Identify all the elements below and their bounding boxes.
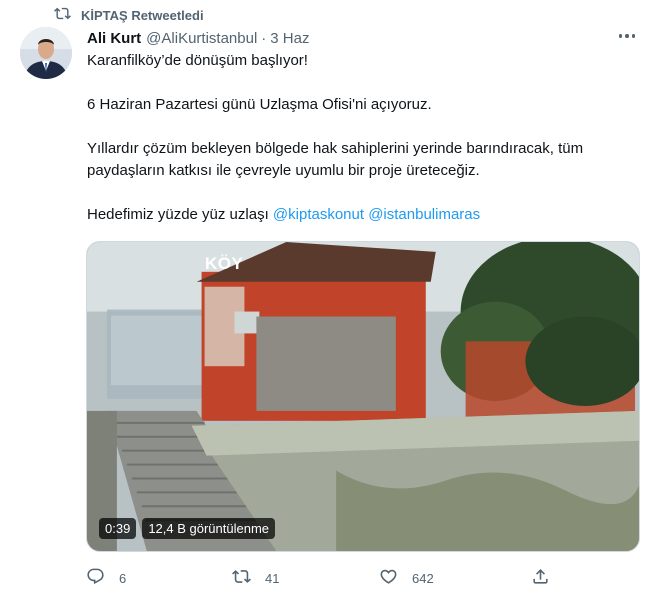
reply-button[interactable]: 6 (86, 567, 126, 589)
retweet-count: 41 (265, 570, 280, 586)
tweet-text: Karanfilköy’de dönüşüm başlıyor! 6 Hazir… (87, 50, 635, 226)
avatar[interactable] (20, 27, 72, 79)
separator: · (261, 29, 267, 47)
retweet-icon (54, 5, 71, 25)
video-player[interactable]: KÖY 0:39 12,4 B görüntülenme (86, 241, 640, 552)
tweet-line-text: Hedefimiz yüzde yüz uzlaşı (87, 206, 273, 223)
tweet-header: Ali Kurt @AliKurtistanbul · 3 Haz (87, 28, 638, 48)
reply-count: 6 (119, 570, 127, 586)
retweet-button[interactable]: 41 (232, 567, 279, 589)
author-handle[interactable]: @AliKurtistanbul (146, 30, 257, 47)
tweet-line: Hedefimiz yüzde yüz uzlaşı @kiptaskonut … (87, 204, 635, 226)
like-button[interactable]: 642 (379, 567, 434, 589)
video-info: 0:39 12,4 B görüntülenme (99, 518, 276, 539)
reply-icon (86, 567, 105, 589)
retweet-label: KİPTAŞ Retweetledi (81, 7, 204, 23)
tweet-line: Karanfilköy’de dönüşüm başlıyor! (87, 52, 308, 69)
video-overlay-text: KÖY (205, 254, 244, 273)
tweet-line: 6 Haziran Pazartesi günü Uzlaşma Ofisi'n… (87, 96, 432, 113)
author-name[interactable]: Ali Kurt (87, 30, 141, 47)
tweet-line: Yıllardır çözüm bekleyen bölgede hak sah… (87, 140, 584, 179)
share-button[interactable] (531, 567, 550, 589)
retweet-icon (232, 567, 251, 589)
retweet-indicator[interactable]: KİPTAŞ Retweetledi (54, 5, 204, 25)
video-thumbnail (87, 242, 639, 551)
share-icon (531, 567, 550, 589)
video-duration: 0:39 (99, 518, 137, 539)
mention-istanbulimaras[interactable]: @istanbulimaras (368, 206, 480, 223)
tweet-date[interactable]: 3 Haz (270, 30, 309, 47)
video-views: 12,4 B görüntülenme (142, 518, 276, 539)
more-icon[interactable] (616, 26, 638, 46)
action-bar: 6 41 642 (86, 567, 556, 589)
like-count: 642 (412, 570, 434, 586)
mention-kiptaskonut[interactable]: @kiptaskonut (273, 206, 364, 223)
like-icon (379, 567, 398, 589)
